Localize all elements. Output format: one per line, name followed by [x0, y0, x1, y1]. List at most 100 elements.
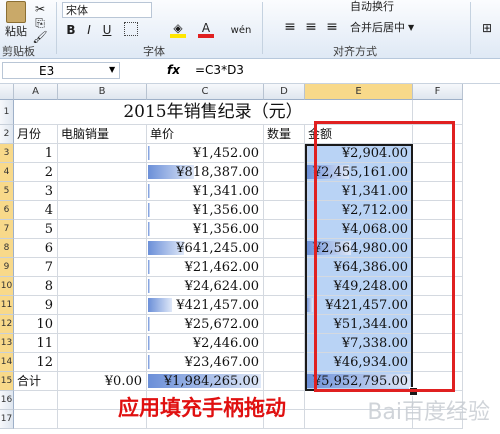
quantity-cell[interactable]: 3	[264, 258, 305, 277]
empty-cell[interactable]	[58, 315, 147, 334]
cut-icon[interactable]: ✂	[32, 2, 48, 16]
column-header-b[interactable]: B	[58, 84, 147, 100]
quantity-cell[interactable]: 3	[264, 220, 305, 239]
column-header-a[interactable]: A	[14, 84, 58, 100]
month-cell[interactable]: 9	[14, 296, 58, 315]
month-cell[interactable]: 12	[14, 353, 58, 372]
align-left-icon[interactable]: ≡	[282, 19, 298, 35]
empty-cell[interactable]	[58, 163, 147, 182]
name-box[interactable]: E3	[2, 62, 120, 79]
month-cell[interactable]: 3	[14, 182, 58, 201]
merge-center-button[interactable]: 合并后居中 ▼	[350, 19, 460, 35]
price-cell[interactable]: ¥25,672.00	[147, 315, 264, 334]
align-center-icon[interactable]: ≡	[303, 19, 319, 35]
bold-button[interactable]: B	[64, 22, 78, 38]
row-header-15[interactable]: 15	[0, 372, 14, 391]
row-header-5[interactable]: 5	[0, 182, 14, 201]
month-cell[interactable]: 11	[14, 334, 58, 353]
empty-cell[interactable]	[58, 182, 147, 201]
column-header-d[interactable]: D	[264, 84, 305, 100]
format-painter-icon[interactable]: 🖌	[32, 30, 48, 44]
row-header-16[interactable]: 16	[0, 391, 14, 410]
quantity-cell[interactable]: 2	[264, 144, 305, 163]
underline-button[interactable]: U	[100, 22, 114, 38]
row-header-8[interactable]: 8	[0, 239, 14, 258]
font-name-select[interactable]: 宋体	[62, 2, 152, 18]
price-cell[interactable]: ¥24,624.00	[147, 277, 264, 296]
row-header-4[interactable]: 4	[0, 163, 14, 182]
month-cell[interactable]: 2	[14, 163, 58, 182]
empty-cell[interactable]	[58, 201, 147, 220]
select-all-corner[interactable]	[0, 84, 14, 100]
empty-cell[interactable]	[58, 353, 147, 372]
month-cell[interactable]: 10	[14, 315, 58, 334]
border-icon[interactable]	[124, 22, 138, 36]
quantity-cell[interactable]: 4	[264, 239, 305, 258]
total-price-cell[interactable]: ¥1,984,265.00	[147, 372, 264, 391]
row-header-17[interactable]: 17	[0, 410, 14, 429]
quantity-cell[interactable]: 1	[264, 182, 305, 201]
total-quantity-cell[interactable]	[264, 372, 305, 391]
quantity-cell[interactable]: 1	[264, 296, 305, 315]
row-header-9[interactable]: 9	[0, 258, 14, 277]
empty-cell[interactable]	[58, 296, 147, 315]
empty-cell[interactable]	[58, 277, 147, 296]
row-header-12[interactable]: 12	[0, 315, 14, 334]
empty-cell[interactable]	[58, 334, 147, 353]
row-header-7[interactable]: 7	[0, 220, 14, 239]
price-cell[interactable]: ¥1,341.00	[147, 182, 264, 201]
price-cell[interactable]: ¥1,356.00	[147, 201, 264, 220]
price-cell[interactable]: ¥641,245.00	[147, 239, 264, 258]
column-header-e[interactable]: E	[305, 84, 413, 100]
paste-button[interactable]: 粘贴	[0, 0, 32, 40]
total-sales-cell[interactable]: ¥0.00	[58, 372, 147, 391]
header-c[interactable]: 单价	[147, 125, 264, 144]
total-label[interactable]: 合计	[14, 372, 58, 391]
column-header-c[interactable]: C	[147, 84, 264, 100]
month-cell[interactable]: 8	[14, 277, 58, 296]
row-header-2[interactable]: 2	[0, 125, 14, 144]
wrap-text-button[interactable]: 自动换行	[350, 0, 440, 14]
row-header-1[interactable]: 1	[0, 100, 14, 125]
quantity-cell[interactable]: 2	[264, 353, 305, 372]
price-cell[interactable]: ¥21,462.00	[147, 258, 264, 277]
font-color-button[interactable]: A	[198, 21, 214, 38]
row-header-13[interactable]: 13	[0, 334, 14, 353]
price-cell[interactable]: ¥818,387.00	[147, 163, 264, 182]
row-header-10[interactable]: 10	[0, 277, 14, 296]
quantity-cell[interactable]: 2	[264, 201, 305, 220]
price-cell[interactable]: ¥1,356.00	[147, 220, 264, 239]
empty-cell[interactable]	[58, 258, 147, 277]
empty-cell[interactable]	[14, 391, 58, 410]
price-cell[interactable]: ¥2,446.00	[147, 334, 264, 353]
header-a[interactable]: 月份	[14, 125, 58, 144]
row-header-11[interactable]: 11	[0, 296, 14, 315]
formula-input[interactable]: =C3*D3	[195, 63, 244, 77]
quantity-cell[interactable]: 2	[264, 277, 305, 296]
month-cell[interactable]: 5	[14, 220, 58, 239]
month-cell[interactable]: 6	[14, 239, 58, 258]
empty-cell[interactable]	[14, 410, 58, 429]
quantity-cell[interactable]: 2	[264, 315, 305, 334]
align-right-icon[interactable]: ≡	[324, 19, 340, 35]
empty-cell[interactable]	[58, 144, 147, 163]
number-format-icon[interactable]: ⊞	[478, 20, 496, 36]
copy-icon[interactable]: ⎘	[32, 16, 48, 30]
function-icon[interactable]: fx	[167, 63, 180, 77]
row-header-14[interactable]: 14	[0, 353, 14, 372]
header-b[interactable]: 电脑销量	[58, 125, 147, 144]
month-cell[interactable]: 4	[14, 201, 58, 220]
month-cell[interactable]: 1	[14, 144, 58, 163]
price-cell[interactable]: ¥421,457.00	[147, 296, 264, 315]
header-d[interactable]: 数量	[264, 125, 305, 144]
phonetic-button[interactable]: wén	[228, 22, 254, 38]
row-header-3[interactable]: 3	[0, 144, 14, 163]
price-cell[interactable]: ¥23,467.00	[147, 353, 264, 372]
column-header-f[interactable]: F	[413, 84, 463, 100]
month-cell[interactable]: 7	[14, 258, 58, 277]
empty-cell[interactable]	[58, 220, 147, 239]
price-cell[interactable]: ¥1,452.00	[147, 144, 264, 163]
quantity-cell[interactable]: 3	[264, 334, 305, 353]
italic-button[interactable]: I	[82, 22, 96, 38]
fill-color-icon[interactable]: ◈	[170, 21, 186, 38]
